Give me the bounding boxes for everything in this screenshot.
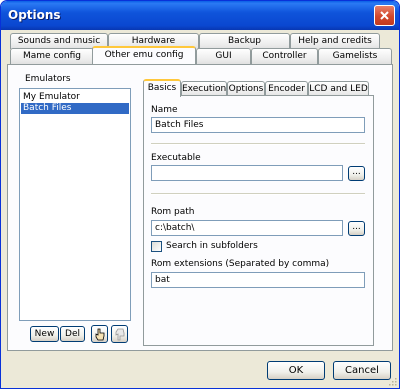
hand-up-icon — [95, 328, 105, 340]
tab-mame-config[interactable]: Mame config — [10, 48, 94, 64]
tab-label: Help and credits — [298, 36, 372, 46]
divider — [151, 193, 365, 195]
tab-label: Basics — [147, 83, 177, 93]
tab-gui[interactable]: GUI — [196, 48, 251, 64]
tab-label: Other emu config — [104, 50, 184, 60]
move-down-button[interactable] — [111, 325, 128, 343]
name-field[interactable]: Batch Files — [151, 117, 365, 133]
rom-path-browse-button[interactable]: ... — [348, 221, 365, 236]
executable-field[interactable] — [151, 165, 343, 181]
tab-help-and-credits[interactable]: Help and credits — [290, 33, 380, 49]
tab-label: Hardware — [131, 36, 176, 46]
tab-label: Backup — [228, 36, 261, 46]
executable-label: Executable — [151, 153, 201, 163]
rom-path-field[interactable]: c:\batch\ — [151, 220, 343, 236]
options-window: Options Sounds and music Hardware Backup… — [0, 0, 400, 389]
tab-label: GUI — [215, 51, 232, 61]
rom-extensions-field[interactable]: bat — [151, 272, 365, 288]
search-subfolders-label: Search in subfolders — [166, 241, 258, 251]
name-label: Name — [151, 105, 178, 115]
title-bar[interactable]: Options — [1, 1, 399, 30]
rom-path-label: Rom path — [151, 207, 195, 217]
rom-extensions-label: Rom extensions (Separated by comma) — [151, 259, 330, 269]
resize-grip-icon[interactable] — [387, 376, 397, 386]
tab-label: Options — [228, 84, 264, 94]
close-button[interactable] — [374, 5, 395, 26]
ok-button[interactable]: OK — [267, 361, 325, 380]
del-button[interactable]: Del — [60, 326, 85, 342]
tab-label: Gamelists — [332, 51, 378, 61]
move-up-button[interactable] — [91, 325, 108, 343]
window-title: Options — [8, 8, 61, 22]
tab-label: Mame config — [23, 51, 81, 61]
search-subfolders-checkbox[interactable] — [151, 241, 162, 252]
tab-backup[interactable]: Backup — [199, 33, 290, 49]
list-item[interactable]: My Emulator — [21, 92, 129, 103]
hand-down-icon — [115, 328, 125, 340]
executable-browse-button[interactable]: ... — [348, 166, 365, 181]
tab-label: LCD and LED — [309, 84, 368, 94]
cancel-button[interactable]: Cancel — [333, 361, 391, 380]
tab-basics[interactable]: Basics — [143, 79, 181, 97]
new-button[interactable]: New — [30, 326, 59, 342]
close-icon — [380, 11, 389, 20]
emulators-label: Emulators — [25, 74, 71, 84]
emulators-list[interactable]: My Emulator Batch Files — [19, 88, 131, 321]
tab-label: Execution — [182, 84, 227, 94]
tab-other-emu-config[interactable]: Other emu config — [92, 46, 196, 64]
list-item[interactable]: Batch Files — [21, 103, 129, 114]
divider — [151, 143, 365, 145]
tab-label: Sounds and music — [17, 36, 101, 46]
tab-controller[interactable]: Controller — [251, 48, 318, 64]
tab-label: Controller — [262, 51, 307, 61]
tab-gamelists[interactable]: Gamelists — [318, 48, 392, 64]
tab-label: Encoder — [268, 84, 305, 94]
